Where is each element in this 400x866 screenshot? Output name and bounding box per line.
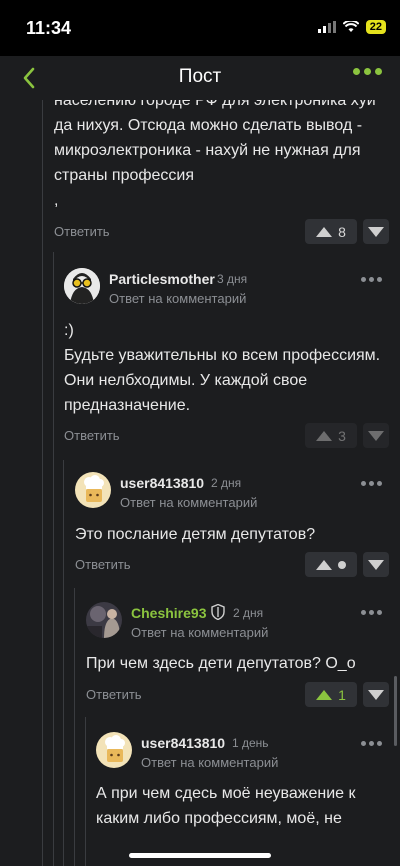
status-icons: 22 <box>317 20 386 34</box>
default-chef-avatar-image <box>75 472 111 508</box>
avatar[interactable] <box>75 472 111 508</box>
vote-controls: 8 <box>305 219 389 244</box>
downvote-arrow-icon <box>368 226 384 237</box>
upvote-button[interactable]: 8 <box>305 219 357 244</box>
upvote-button-active[interactable]: 1 <box>305 682 357 707</box>
downvote-arrow-icon <box>368 559 384 570</box>
user-avatar-image <box>86 602 122 638</box>
avatar[interactable] <box>64 268 100 304</box>
comment-text: населению городе РФ для электроника хуй … <box>54 100 376 213</box>
comments-thread[interactable]: населению городе РФ для электроника хуй … <box>0 100 400 866</box>
comment-username[interactable]: user8413810 <box>120 475 204 491</box>
comment-line: предназначение. <box>64 397 191 414</box>
vote-controls: 3 <box>305 423 389 448</box>
page-title: Пост <box>178 66 222 87</box>
comment-line: А при чем сдесь моё неуважение к <box>96 785 356 802</box>
thread-line <box>74 588 75 866</box>
scrollbar[interactable] <box>394 676 397 746</box>
status-time: 11:34 <box>26 18 72 38</box>
post-more-menu-icon[interactable] <box>353 68 382 75</box>
downvote-button[interactable] <box>363 682 389 707</box>
comment-text: При чем здесь дети депутатов? O_o <box>86 651 356 676</box>
comment-score: 3 <box>338 427 346 444</box>
downvote-button[interactable] <box>363 552 389 577</box>
vote-controls <box>305 552 389 577</box>
reply-button[interactable]: Ответить <box>64 428 120 443</box>
comment-reply-subtitle: Ответ на комментарий <box>141 755 279 770</box>
comment-line: страны профессия <box>54 167 195 184</box>
home-indicator[interactable] <box>129 853 271 858</box>
user-avatar-image <box>64 268 100 304</box>
upvote-arrow-icon <box>316 430 333 441</box>
comment-text: А при чем сдесь моё неуважение к каким л… <box>96 781 356 831</box>
thread-line <box>63 460 64 866</box>
comment-reply-subtitle: Ответ на комментарий <box>131 625 269 640</box>
comment-text: Это послание детям депутатов? <box>75 522 315 547</box>
comment-reply-subtitle: Ответ на комментарий <box>120 495 258 510</box>
comment-line: Они нелбходимы. У каждой свое <box>64 372 308 389</box>
comment-text: :) Будьте уважительны ко всем профессиям… <box>64 318 380 418</box>
upvote-arrow-icon <box>316 226 333 237</box>
upvote-button[interactable] <box>305 552 357 577</box>
comment-more-menu-icon[interactable] <box>361 741 382 746</box>
comment-line: населению городе РФ для электроника хуй <box>54 100 376 109</box>
thread-line <box>53 252 54 866</box>
comment-more-menu-icon[interactable] <box>361 610 382 615</box>
upvote-button[interactable]: 3 <box>305 423 357 448</box>
downvote-button[interactable] <box>363 423 389 448</box>
comment-line: Это послание детям депутатов? <box>75 526 316 543</box>
downvote-arrow-icon <box>368 430 384 441</box>
downvote-button[interactable] <box>363 219 389 244</box>
comment-username[interactable]: Particlesmother <box>109 271 215 287</box>
comment-username[interactable]: user8413810 <box>141 735 225 751</box>
comment-line: Будьте уважительны ко всем профессиям. <box>64 347 381 364</box>
downvote-arrow-icon <box>368 689 384 700</box>
comment-date: 1 день <box>232 736 269 750</box>
hidden-score-dot <box>338 560 346 569</box>
battery-indicator: 22 <box>365 20 386 34</box>
reply-button[interactable]: Ответить <box>75 557 131 572</box>
comment-date: 2 дня <box>233 606 264 620</box>
wifi-icon <box>342 21 359 32</box>
comment-date: 2 дня <box>211 476 242 490</box>
reply-button[interactable]: Ответить <box>54 224 110 239</box>
avatar[interactable] <box>96 732 132 768</box>
top-nav-bar: Пост <box>0 56 400 100</box>
reply-button[interactable]: Ответить <box>86 687 142 702</box>
upvote-arrow-icon <box>316 559 332 570</box>
comment-line: каким либо профессиям, моё, не <box>96 810 342 827</box>
comment-line: :) <box>64 322 74 339</box>
shield-icon <box>211 604 225 620</box>
comment-reply-subtitle: Ответ на комментарий <box>109 291 247 306</box>
comment-date: 3 дня <box>217 272 248 286</box>
comment-line: да нихуя. Отсюда можно сделать вывод - <box>54 117 363 134</box>
thread-line <box>42 100 43 866</box>
signal-icon <box>317 21 336 33</box>
status-bar: 11:34 22 <box>0 0 400 56</box>
comment-more-menu-icon[interactable] <box>361 277 382 282</box>
comment-line: , <box>54 192 59 209</box>
upvote-arrow-icon <box>316 689 333 700</box>
default-chef-avatar-image <box>96 732 132 768</box>
comment-line: микроэлектроника - нахуй не нужная для <box>54 142 361 159</box>
avatar[interactable] <box>86 602 122 638</box>
vote-controls: 1 <box>305 682 389 707</box>
comment-score: 1 <box>338 686 346 703</box>
comment-more-menu-icon[interactable] <box>361 481 382 486</box>
comment-username[interactable]: Cheshire93 <box>131 605 206 621</box>
comment-line: При чем здесь дети депутатов? O_o <box>86 655 356 672</box>
comment-score: 8 <box>338 223 346 240</box>
thread-line <box>85 717 86 866</box>
